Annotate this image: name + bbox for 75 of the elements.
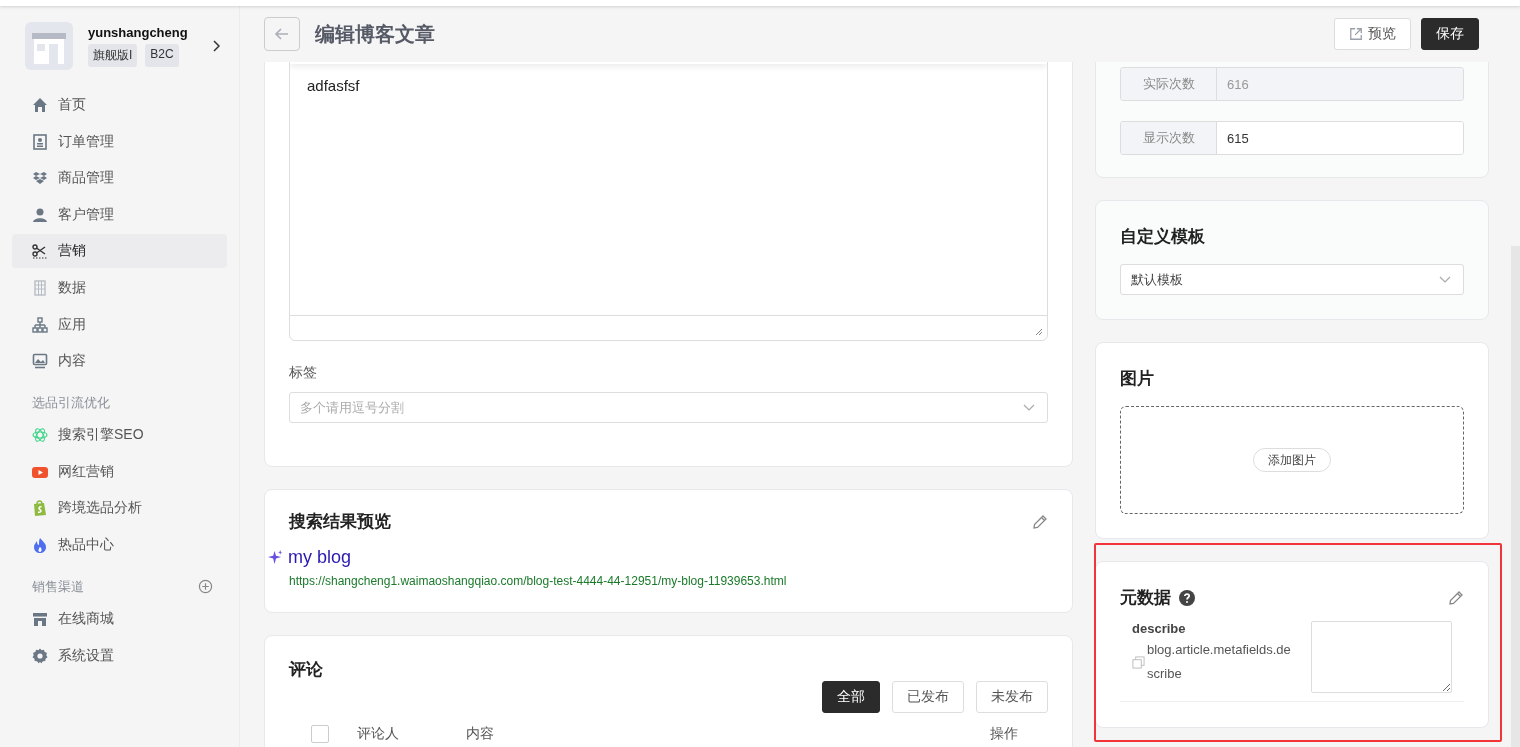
nav-item[interactable]: 商品管理 — [12, 161, 227, 196]
nav-item[interactable]: 客户管理 — [12, 197, 227, 232]
boxes-icon — [32, 170, 48, 187]
store-name: yunshangcheng — [88, 25, 188, 40]
caret-icon — [1023, 403, 1035, 412]
rich-text-editor[interactable]: adfasfsf — [289, 62, 1048, 341]
nav-item[interactable]: 订单管理 — [12, 124, 227, 159]
column-header: 操作 — [990, 725, 1018, 743]
seo-page-title: my blog — [288, 547, 352, 568]
nav-item[interactable]: 在线商城 — [12, 601, 227, 636]
atom-icon — [32, 427, 48, 444]
filter-tab[interactable]: 全部 — [822, 681, 880, 713]
pencil-icon[interactable] — [1032, 513, 1048, 530]
scissors-icon — [32, 243, 48, 260]
nav-item[interactable]: 数据 — [12, 270, 227, 305]
seo-url: https://shangcheng1.waimaoshangqiao.com/blog-test-4444-44-12951/my-blog-11939653.html — [289, 574, 787, 588]
pencil-icon[interactable] — [1448, 589, 1464, 606]
count-field[interactable]: 显示次数 615 — [1120, 121, 1464, 155]
nav-item[interactable]: 内容 — [12, 344, 227, 379]
section-title: 销售渠道 — [32, 577, 84, 596]
card-title: 自定义模板 — [1120, 226, 1206, 248]
select-all-checkbox[interactable] — [311, 725, 329, 743]
nav-item[interactable]: 营销 — [12, 234, 227, 269]
back-arrow-icon — [274, 26, 290, 42]
flame-icon — [32, 536, 48, 553]
preview-button[interactable]: 预览 — [1334, 18, 1411, 50]
card-title: 元数据 — [1120, 587, 1171, 609]
storefront-icon — [25, 22, 73, 70]
page-title: 编辑博客文章 — [315, 21, 435, 47]
copy-icon[interactable] — [1132, 655, 1145, 669]
sitemap-icon — [32, 316, 48, 333]
nav-item[interactable]: 热品中心 — [12, 527, 227, 562]
filter-tab[interactable]: 未发布 — [976, 681, 1048, 713]
help-icon[interactable] — [1179, 589, 1195, 606]
external-link-icon — [1349, 27, 1363, 41]
plan-badge: B2C — [145, 44, 179, 67]
back-button[interactable] — [264, 17, 300, 51]
resize-grip-icon[interactable] — [1035, 328, 1043, 336]
filter-tab[interactable]: 已发布 — [892, 681, 964, 713]
field-label: 实际次数 — [1121, 68, 1217, 100]
template-select[interactable]: 默认模板 — [1120, 264, 1464, 295]
user-icon — [32, 206, 48, 223]
nav-item[interactable]: 应用 — [12, 307, 227, 342]
section-title: 选品引流优化 — [32, 394, 110, 413]
sparkle-icon — [268, 550, 283, 565]
metafield-input[interactable] — [1311, 621, 1452, 693]
home-icon — [32, 97, 48, 113]
nav-item[interactable]: 系统设置 — [12, 638, 227, 673]
nav-item[interactable]: 首页 — [12, 88, 227, 122]
contact-card-icon — [32, 133, 48, 150]
chevron-right-icon[interactable] — [211, 40, 220, 52]
metafield-name: describe — [1132, 621, 1187, 636]
card-title: 图片 — [1120, 368, 1155, 390]
card-title: 搜索结果预览 — [289, 511, 392, 533]
editor-text: adfasfsf — [307, 77, 360, 94]
shopping-bag-icon — [32, 500, 48, 517]
column-header: 内容 — [466, 725, 494, 743]
card-title: 评论 — [289, 659, 324, 681]
store-icon — [32, 610, 48, 627]
image-dropzone[interactable]: 添加图片 — [1120, 406, 1464, 514]
nav-item[interactable]: 跨境选品分析 — [12, 491, 227, 526]
grid-icon — [32, 279, 48, 296]
gear-icon — [32, 647, 48, 664]
nav-item[interactable]: 网红营销 — [12, 454, 227, 489]
add-icon[interactable] — [198, 579, 213, 595]
field-label: 标签 — [289, 363, 318, 382]
add-image-button[interactable]: 添加图片 — [1253, 448, 1331, 472]
column-header: 评论人 — [357, 725, 399, 743]
nav-item[interactable]: 搜索引擎SEO — [12, 418, 227, 453]
save-button[interactable]: 保存 — [1421, 18, 1479, 50]
caret-icon — [1439, 275, 1451, 284]
field-label: 显示次数 — [1121, 122, 1217, 154]
image-icon — [32, 353, 48, 370]
metafield-key: blog.article.metafields.describe — [1147, 638, 1297, 686]
plan-badge: 旗舰版I — [88, 44, 138, 67]
